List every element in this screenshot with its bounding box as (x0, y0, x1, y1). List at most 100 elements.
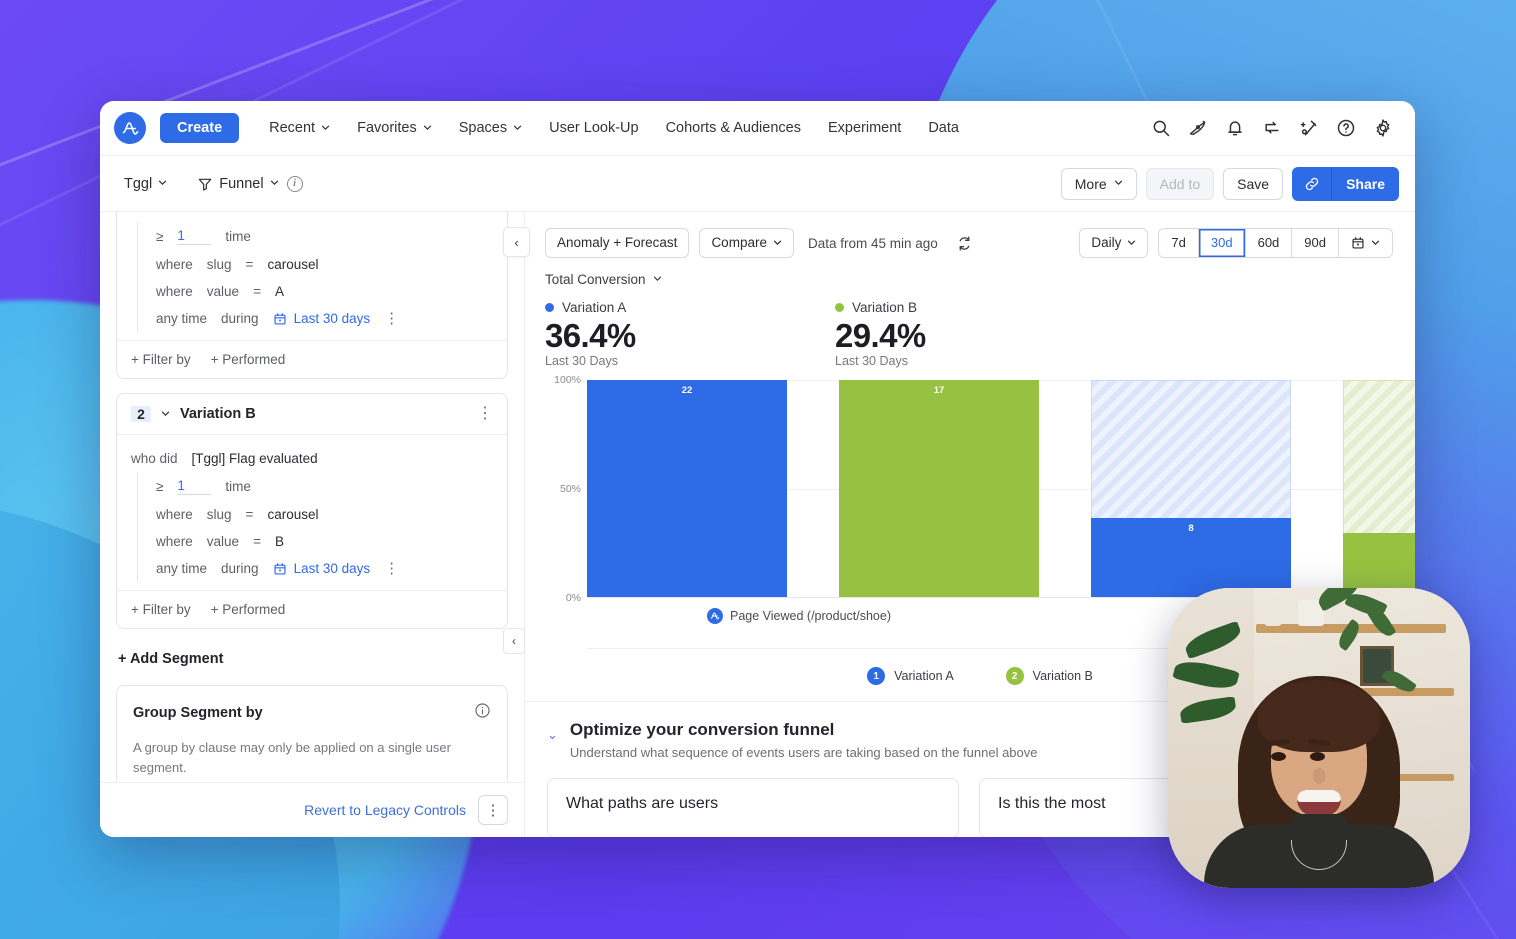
revert-legacy-controls-link[interactable]: Revert to Legacy Controls (304, 802, 466, 818)
metric-selector[interactable]: Total Conversion (545, 272, 662, 287)
chevron-down-icon[interactable] (161, 409, 170, 418)
bar-step2-variation-a[interactable]: 8 (1091, 518, 1291, 597)
bar-step1-variation-a[interactable]: 22 (587, 380, 787, 597)
nav-item-recent[interactable]: Recent (257, 112, 342, 144)
share-button[interactable]: Share (1332, 166, 1399, 201)
chevron-down-icon (653, 276, 661, 281)
segment-options-kebab[interactable]: ⋮ (477, 406, 493, 422)
range-60d[interactable]: 60d (1245, 229, 1293, 257)
filter-by-button[interactable]: + Filter by (131, 352, 191, 367)
field-value[interactable]: carousel (267, 257, 318, 272)
webcam-person-mouth (1297, 790, 1341, 816)
magic-wand-icon[interactable] (1299, 118, 1319, 138)
date-range-label: Last 30 days (293, 311, 371, 326)
range-30d[interactable]: 30d (1198, 229, 1246, 257)
nav-item-cohorts-audiences[interactable]: Cohorts & Audiences (654, 112, 813, 144)
nav-item-experiment[interactable]: Experiment (816, 112, 913, 144)
create-button[interactable]: Create (160, 112, 240, 144)
footer-options-kebab[interactable]: ⋮ (478, 795, 508, 825)
collapse-panel-button[interactable]: ‹ (503, 227, 530, 257)
operator: = (245, 507, 254, 522)
chevron-down-icon[interactable]: ⌄ (547, 727, 558, 743)
condition-row[interactable]: where value = B (156, 528, 507, 555)
who-did-row[interactable]: who did [Tggl] Flag evaluated (131, 445, 507, 472)
compare-arrows-icon[interactable] (1262, 118, 1282, 138)
segment-scroll-area[interactable]: ≥ 1 time where slug = carousel where val… (100, 212, 524, 782)
rocket-icon[interactable] (1188, 118, 1208, 138)
field-value[interactable]: B (275, 534, 284, 549)
condition-row[interactable]: ≥ 1 time (156, 472, 507, 501)
row-options-kebab[interactable]: ⋮ (384, 561, 399, 576)
nav-item-favorites[interactable]: Favorites (345, 112, 444, 144)
save-button[interactable]: Save (1223, 167, 1284, 200)
chart-type-selector[interactable]: Funnel (189, 171, 286, 197)
bar-slot-step1-a[interactable]: 22 (587, 380, 787, 597)
legend-item-variation-b[interactable]: 2 Variation B (1005, 667, 1093, 685)
x-label-text: Page Viewed (/product/shoe) (730, 609, 891, 623)
condition-row[interactable]: ≥ 1 time (156, 222, 507, 251)
more-button[interactable]: More (1060, 167, 1137, 200)
during-label: during (221, 311, 259, 326)
webcam-person-nose (1313, 768, 1325, 784)
count-value[interactable]: 1 (177, 228, 212, 245)
search-icon[interactable] (1151, 118, 1171, 138)
top-navigation-bar: Create Recent Favorites Spaces User Look… (100, 101, 1415, 156)
webcam-video-overlay[interactable] (1168, 588, 1470, 888)
compare-selector[interactable]: Compare (699, 228, 794, 258)
custom-date-range-button[interactable] (1339, 229, 1392, 257)
bar-value-label: 17 (933, 385, 945, 396)
bell-icon[interactable] (1225, 118, 1245, 138)
chevron-down-icon (423, 125, 431, 130)
date-range-picker[interactable]: Last 30 days (273, 561, 370, 576)
info-icon[interactable] (474, 702, 491, 724)
bar-slot-step2-a[interactable]: 8 (1091, 380, 1291, 597)
amplitude-logo-icon[interactable] (114, 112, 146, 144)
performed-button[interactable]: + Performed (211, 602, 286, 617)
date-range-picker[interactable]: Last 30 days (273, 311, 371, 326)
anomaly-forecast-button[interactable]: Anomaly + Forecast (545, 228, 690, 258)
add-segment-button[interactable]: + Add Segment (116, 643, 508, 685)
condition-row[interactable]: where value = A (156, 278, 507, 305)
performed-button[interactable]: + Performed (211, 352, 286, 367)
copy-link-button[interactable] (1292, 166, 1333, 201)
help-icon[interactable] (1336, 118, 1356, 138)
condition-row[interactable]: where slug = carousel (156, 251, 507, 278)
bar-step1-variation-b[interactable]: 17 (839, 380, 1039, 597)
time-range-row[interactable]: any time during Last 30 days ⋮ (156, 305, 507, 332)
amplitude-event-icon (707, 608, 723, 624)
field-name[interactable]: value (207, 534, 239, 549)
project-selector[interactable]: Tggl (116, 171, 175, 197)
unit-label: time (225, 229, 251, 244)
event-name[interactable]: [Tggl] Flag evaluated (192, 451, 318, 466)
nav-item-user-look-up[interactable]: User Look-Up (537, 112, 650, 144)
chart-scroll-left-button[interactable]: ‹ (503, 628, 525, 654)
operator: = (253, 284, 261, 299)
condition-row[interactable]: where slug = carousel (156, 501, 507, 528)
segment-card-variation-b: 2 Variation B ⋮ who did [Tggl] Flag eval… (116, 393, 508, 629)
field-name[interactable]: slug (207, 507, 232, 522)
bar-slot-step2-b[interactable]: 5 (1343, 380, 1415, 597)
field-name[interactable]: value (207, 284, 239, 299)
add-to-button: Add to (1145, 167, 1215, 200)
x-label-step1[interactable]: Page Viewed (/product/shoe) (707, 608, 891, 624)
granularity-selector[interactable]: Daily (1079, 228, 1149, 258)
nav-item-label: Favorites (357, 120, 417, 136)
nav-item-data[interactable]: Data (916, 112, 971, 144)
field-value[interactable]: A (275, 284, 284, 299)
time-range-row[interactable]: any time during Last 30 days ⋮ (156, 555, 507, 582)
field-value[interactable]: carousel (267, 507, 318, 522)
optimize-card-paths[interactable]: What paths are users (547, 778, 959, 837)
filter-by-button[interactable]: + Filter by (131, 602, 191, 617)
refresh-icon[interactable] (956, 235, 973, 252)
row-options-kebab[interactable]: ⋮ (384, 311, 399, 326)
info-icon[interactable]: i (286, 175, 303, 192)
nav-item-spaces[interactable]: Spaces (447, 112, 534, 144)
bar-slot-step1-b[interactable]: 17 (839, 380, 1039, 597)
webcam-candle (1264, 610, 1282, 626)
legend-item-variation-a[interactable]: 1 Variation A (867, 667, 954, 685)
range-7d[interactable]: 7d (1159, 229, 1199, 257)
field-name[interactable]: slug (207, 257, 232, 272)
gear-icon[interactable] (1373, 118, 1393, 138)
range-90d[interactable]: 90d (1292, 229, 1339, 257)
count-value[interactable]: 1 (177, 478, 212, 495)
